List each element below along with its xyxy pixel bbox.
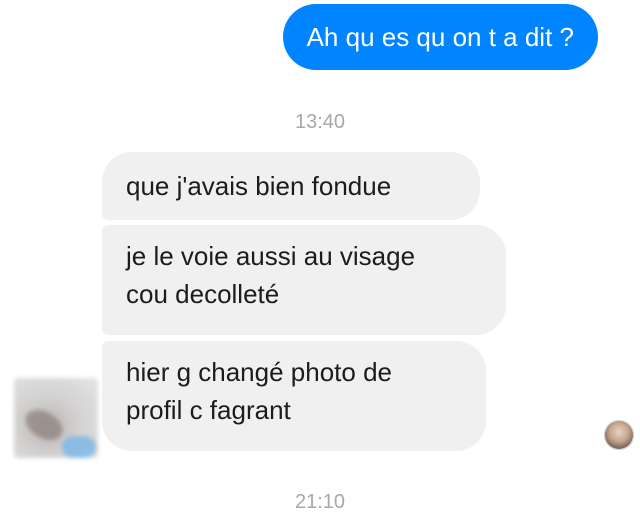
timestamp: 21:10 (294, 491, 346, 513)
message-text: que j'avais bien fondue (126, 171, 392, 201)
message-thread: Ah qu es qu on t a dit ? 13:40 que j'ava… (0, 0, 640, 520)
incoming-message[interactable]: je le voie aussi au visage cou decolleté (102, 225, 506, 335)
avatar-photo-detail (62, 436, 96, 458)
message-text-line: cou decolleté (126, 279, 280, 309)
avatar-photo-detail (20, 403, 68, 447)
sender-avatar[interactable] (14, 378, 98, 458)
timestamp: 13:40 (294, 111, 346, 133)
message-text-line: je le voie aussi au visage (126, 241, 416, 271)
message-text-line: hier g changé photo de (126, 357, 392, 387)
read-receipt-avatar (604, 420, 634, 450)
outgoing-message[interactable]: Ah qu es qu on t a dit ? (282, 4, 598, 70)
incoming-message[interactable]: que j'avais bien fondue (102, 152, 480, 220)
message-text-line: profil c fagrant (126, 395, 291, 425)
incoming-message[interactable]: hier g changé photo de profil c fagrant (102, 341, 486, 451)
message-text: Ah qu es qu on t a dit ? (306, 21, 574, 52)
